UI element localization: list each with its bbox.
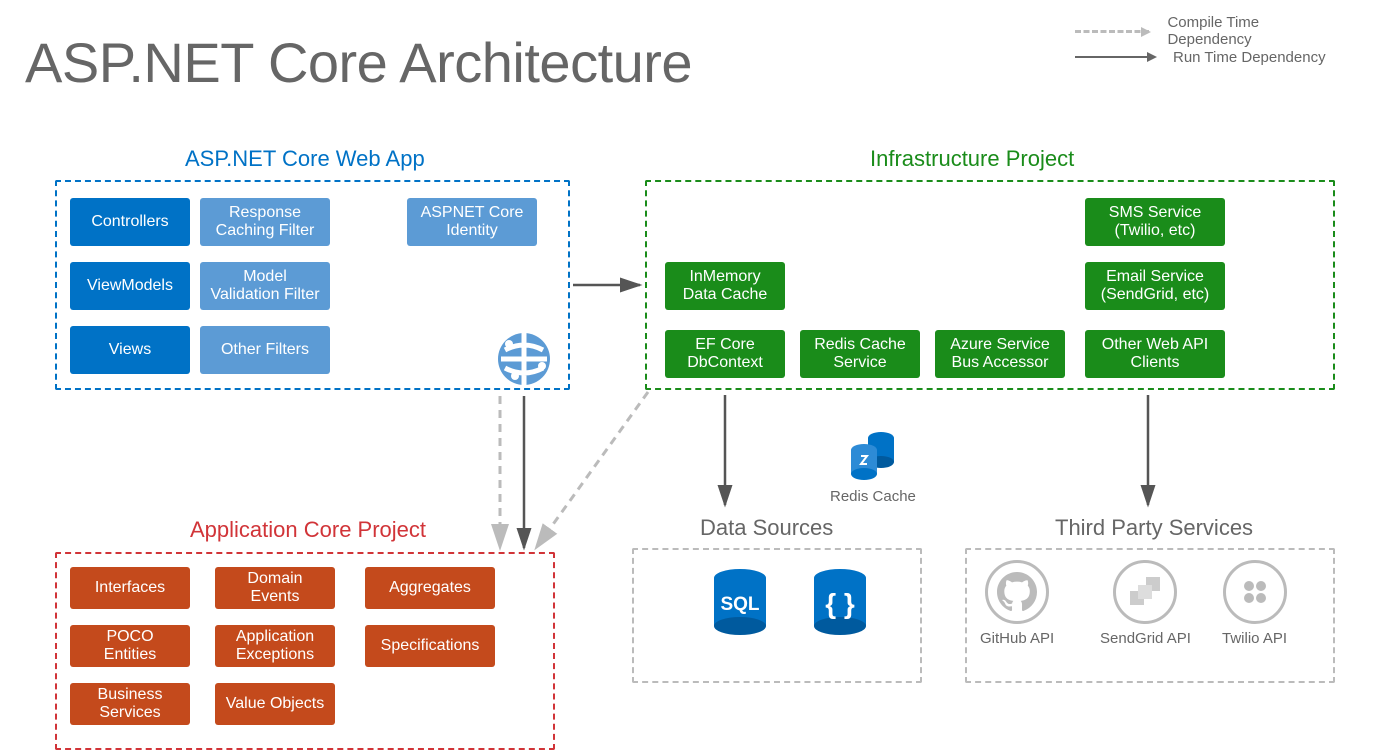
email-service-node: Email Service (SendGrid, etc) xyxy=(1085,262,1225,310)
value-objects-node: Value Objects xyxy=(215,683,335,725)
model-validation-node: Model Validation Filter xyxy=(200,262,330,310)
sendgrid-api-icon: SendGrid API xyxy=(1100,560,1191,647)
aspnet-web-icon xyxy=(495,330,553,388)
svg-text:SQL: SQL xyxy=(720,594,759,615)
datasources-group-box xyxy=(632,548,922,683)
other-api-node: Other Web API Clients xyxy=(1085,330,1225,378)
app-exceptions-node: Application Exceptions xyxy=(215,625,335,667)
poco-node: POCO Entities xyxy=(70,625,190,667)
redis-service-node: Redis Cache Service xyxy=(800,330,920,378)
thirdparty-group-title: Third Party Services xyxy=(1055,515,1253,541)
azure-bus-node: Azure Service Bus Accessor xyxy=(935,330,1065,378)
twilio-api-icon: Twilio API xyxy=(1222,560,1287,647)
inmemory-cache-node: InMemory Data Cache xyxy=(665,262,785,310)
domain-events-node: Domain Events xyxy=(215,567,335,609)
aspnet-identity-node: ASPNET Core Identity xyxy=(407,198,537,246)
aggregates-node: Aggregates xyxy=(365,567,495,609)
business-services-node: Business Services xyxy=(70,683,190,725)
webapp-group-title: ASP.NET Core Web App xyxy=(185,146,425,172)
legend-runtime-row: Run Time Dependency xyxy=(1075,44,1335,70)
legend-compile-label: Compile Time Dependency xyxy=(1167,14,1335,48)
views-node: Views xyxy=(70,326,190,374)
legend-compile-row: Compile Time Dependency xyxy=(1075,18,1335,44)
dashed-arrow-icon xyxy=(1075,30,1149,33)
sql-database-icon: SQL xyxy=(710,568,770,638)
legend: Compile Time Dependency Run Time Depende… xyxy=(1075,18,1335,70)
nosql-database-icon: { } xyxy=(810,568,870,638)
sendgrid-api-label: SendGrid API xyxy=(1100,630,1191,647)
response-caching-node: Response Caching Filter xyxy=(200,198,330,246)
solid-arrow-icon xyxy=(1075,56,1155,58)
other-filters-node: Other Filters xyxy=(200,326,330,374)
specifications-node: Specifications xyxy=(365,625,495,667)
infra-group-title: Infrastructure Project xyxy=(870,146,1074,172)
github-api-label: GitHub API xyxy=(980,630,1054,647)
controllers-node: Controllers xyxy=(70,198,190,246)
appcore-group-title: Application Core Project xyxy=(190,517,426,543)
efcore-node: EF Core DbContext xyxy=(665,330,785,378)
github-api-icon: GitHub API xyxy=(980,560,1054,647)
svg-text:{ }: { } xyxy=(825,588,855,619)
interfaces-node: Interfaces xyxy=(70,567,190,609)
legend-runtime-label: Run Time Dependency xyxy=(1173,49,1326,66)
redis-cache-icon: Redis Cache xyxy=(830,430,916,505)
sms-service-node: SMS Service (Twilio, etc) xyxy=(1085,198,1225,246)
datasources-group-title: Data Sources xyxy=(700,515,833,541)
redis-cache-label: Redis Cache xyxy=(830,488,916,505)
viewmodels-node: ViewModels xyxy=(70,262,190,310)
diagram-title: ASP.NET Core Architecture xyxy=(25,30,692,95)
twilio-api-label: Twilio API xyxy=(1222,630,1287,647)
